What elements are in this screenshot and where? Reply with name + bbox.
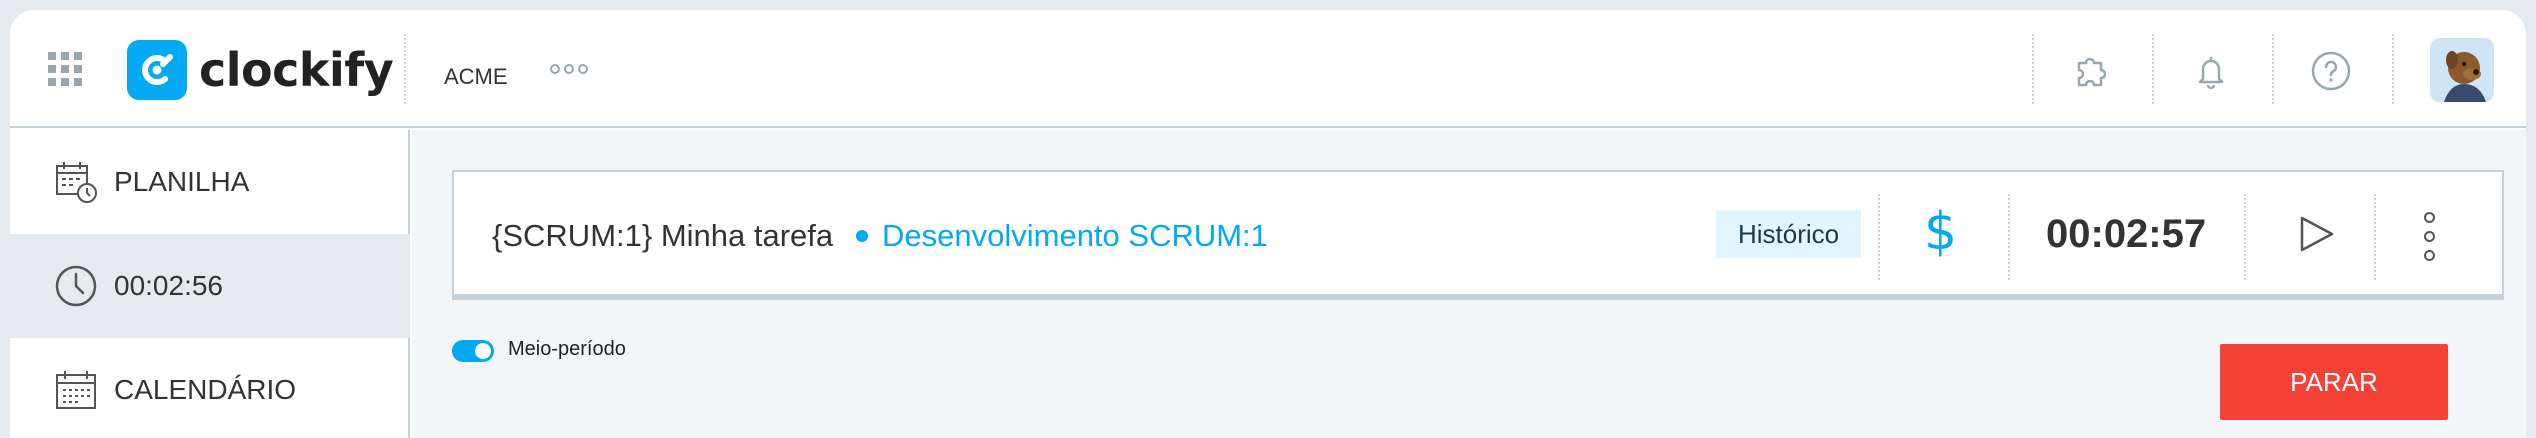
calendar-icon (54, 368, 98, 412)
sidebar-item-label: CALENDÁRIO (114, 374, 297, 405)
workspace-name[interactable]: ACME (444, 64, 508, 90)
more-options-icon[interactable] (550, 64, 588, 74)
divider (404, 34, 406, 104)
sidebar-item-label: PLANILHA (114, 166, 250, 197)
time-entry: {SCRUM:1} Minha tarefa Desenvolvimento S… (452, 170, 2504, 300)
clockify-logo[interactable]: clockify (127, 40, 394, 100)
puzzle-icon[interactable] (2070, 50, 2112, 92)
half-day-toggle-label: Meio-período (508, 338, 626, 360)
logo-text: clockify (199, 43, 394, 97)
bell-icon[interactable] (2190, 50, 2232, 92)
main-content: {SCRUM:1} Minha tarefa Desenvolvimento S… (412, 130, 2526, 438)
avatar[interactable] (2430, 38, 2494, 102)
divider (1878, 194, 1880, 280)
play-icon[interactable] (2296, 214, 2336, 259)
divider (2374, 194, 2376, 280)
clockify-logo-icon (127, 40, 187, 100)
divider (2244, 194, 2246, 280)
divider (2152, 34, 2154, 104)
entry-description[interactable]: {SCRUM:1} Minha tarefa (492, 218, 833, 254)
divider (2008, 194, 2010, 280)
app-frame: clockify ACME PLANILHA 00:02:56 CALENDÁR… (10, 10, 2526, 438)
project-name: Desenvolvimento SCRUM:1 (882, 218, 1268, 253)
entry-project[interactable]: Desenvolvimento SCRUM:1 (856, 218, 1268, 254)
sidebar-item-timesheet[interactable]: PLANILHA (10, 130, 410, 234)
apps-grid-icon[interactable] (48, 52, 82, 86)
clock-icon (54, 264, 98, 308)
divider (2032, 34, 2034, 104)
sidebar-item-tracker[interactable]: 00:02:56 (10, 234, 410, 338)
timesheet-icon (54, 160, 98, 204)
kebab-menu-icon[interactable] (2422, 212, 2436, 261)
sidebar-item-label: 00:02:56 (114, 270, 223, 301)
entry-duration[interactable]: 00:02:57 (2046, 212, 2206, 257)
project-color-dot (856, 230, 868, 242)
divider (2272, 34, 2274, 104)
billable-icon[interactable]: $ (1924, 202, 1957, 262)
half-day-toggle[interactable] (452, 340, 494, 362)
sidebar-item-calendar[interactable]: CALENDÁRIO (10, 338, 410, 438)
entry-tag[interactable]: Histórico (1716, 210, 1862, 258)
divider (2392, 34, 2394, 104)
help-icon[interactable] (2310, 50, 2352, 92)
sidebar: PLANILHA 00:02:56 CALENDÁRIO (10, 130, 410, 438)
top-bar: clockify ACME (10, 10, 2526, 128)
stop-button[interactable]: PARAR (2220, 344, 2448, 420)
